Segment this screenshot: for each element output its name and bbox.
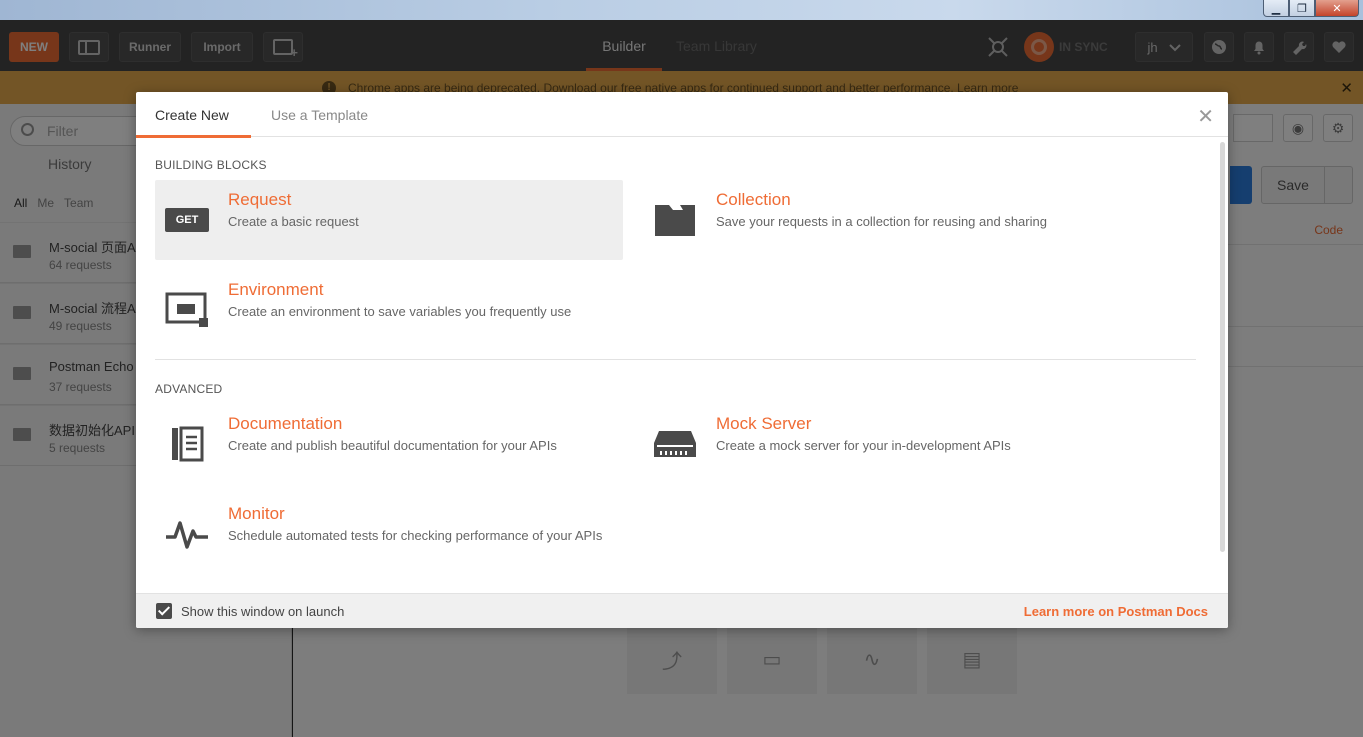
mock-server-description: Create a mock server for your in-develop… xyxy=(716,438,1011,453)
environment-title: Environment xyxy=(228,280,324,299)
tab-use-template[interactable]: Use a Template xyxy=(271,107,368,123)
environment-card[interactable]: Environment Create an environment to sav… xyxy=(155,270,623,350)
modal-footer: Show this window on launch Learn more on… xyxy=(136,593,1228,628)
section-divider xyxy=(155,359,1196,360)
show-on-launch-label: Show this window on launch xyxy=(181,604,345,619)
advanced-heading: ADVANCED xyxy=(155,382,223,396)
get-badge: GET xyxy=(165,208,209,232)
monitor-icon xyxy=(165,512,209,556)
folder-icon xyxy=(653,198,697,242)
documentation-card[interactable]: Documentation Create and publish beautif… xyxy=(155,404,623,484)
get-request-icon: GET xyxy=(165,198,209,242)
close-icon[interactable]: ✕ xyxy=(1197,104,1214,128)
modal-tabs: Create New Use a Template ✕ xyxy=(136,92,1228,138)
request-card[interactable]: GET Request Create a basic request xyxy=(155,180,623,260)
mock-server-card[interactable]: Mock Server Create a mock server for you… xyxy=(643,404,1111,484)
building-blocks-heading: BUILDING BLOCKS xyxy=(155,158,267,172)
tab-create-new[interactable]: Create New xyxy=(136,107,251,138)
documentation-description: Create and publish beautiful documentati… xyxy=(228,438,557,453)
create-new-modal: Create New Use a Template ✕ BUILDING BLO… xyxy=(136,92,1228,628)
collection-title: Collection xyxy=(716,190,791,209)
mock-server-icon xyxy=(653,422,697,466)
monitor-description: Schedule automated tests for checking pe… xyxy=(228,528,603,543)
environment-icon xyxy=(165,288,209,332)
minimize-button[interactable]: ▁ xyxy=(1263,0,1289,17)
request-description: Create a basic request xyxy=(228,214,359,229)
window-controls: ▁ ❐ ✕ xyxy=(1263,0,1359,17)
collection-card[interactable]: Collection Save your requests in a colle… xyxy=(643,180,1111,260)
documentation-title: Documentation xyxy=(228,414,343,433)
monitor-card[interactable]: Monitor Schedule automated tests for che… xyxy=(155,494,623,574)
mock-server-title: Mock Server xyxy=(716,414,812,433)
show-on-launch-checkbox[interactable] xyxy=(156,603,172,619)
collection-description: Save your requests in a collection for r… xyxy=(716,214,1047,229)
environment-description: Create an environment to save variables … xyxy=(228,304,572,319)
maximize-button[interactable]: ❐ xyxy=(1289,0,1315,17)
monitor-title: Monitor xyxy=(228,504,285,523)
request-title: Request xyxy=(228,190,292,209)
window-close-button[interactable]: ✕ xyxy=(1315,0,1359,17)
documentation-icon xyxy=(165,422,209,466)
modal-scrollbar[interactable] xyxy=(1220,142,1225,552)
postman-docs-link[interactable]: Learn more on Postman Docs xyxy=(1024,604,1208,619)
window-titlebar: ▁ ❐ ✕ xyxy=(0,0,1363,20)
